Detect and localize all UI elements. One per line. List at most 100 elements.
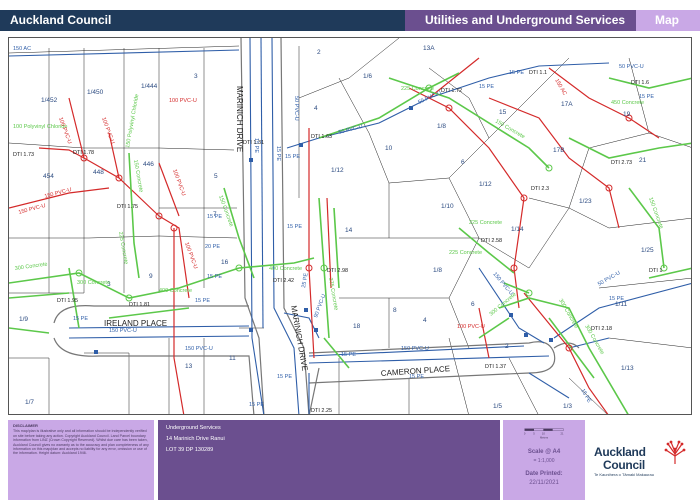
scale-units: Meters [540,436,549,440]
service-label: 150 PVC-U [109,328,137,334]
dti-label: DTI 2.73 [611,160,632,166]
dti-label: DTI 2.3 [531,186,549,192]
service-label: 100 PVC-U [57,117,72,145]
dti-label: DTI 1.63 [311,134,332,140]
service-label: 225 Concrete [117,231,129,265]
parcel-label: 14 [345,227,353,234]
service-label: 100 PVC-U [457,324,485,330]
service-label: 100 PVC-U [100,117,115,145]
dti-label: DTI 1.72 [441,88,462,94]
property-address: 14 Marinich Drive Ranui [166,436,225,442]
disclaimer-text: This map/plan is illustrative only and a… [13,429,149,456]
parcel-label: 9 [149,273,153,280]
service-label: 50 PVC-U [338,124,363,136]
logo-line2: Council [603,458,645,472]
dti-label: DTI 1.75 [117,204,138,210]
service-label: 225 Concrete [401,86,434,92]
org-banner: Auckland Council [0,10,405,31]
service-label: 150 PVC-U [491,271,513,296]
parcel-label: 1/7 [25,399,34,406]
parcel-label: 4 [314,105,318,112]
service-label: 150 AC [13,46,31,52]
logo-subtitle: Te Kaunihera o Tāmaki Makaurau [594,472,654,477]
parcel-label: 2 [505,343,509,350]
footer: DISCLAIMER This map/plan is illustrative… [0,418,700,500]
dti-label: DTI 2.18 [591,326,612,332]
parcel-label: 17A [561,101,573,108]
service-label: 25 PE [301,272,310,288]
service-label: 15 PE [285,154,300,160]
parcel-label: 448 [93,169,104,176]
dti-label: DTI 1.81 [129,302,150,308]
parcel-label: 8 [393,307,397,314]
parcel-label: 4 [423,317,427,324]
parcel-label: 1/450 [87,89,104,96]
auckland-council-logo: Auckland Council Te Kaunihera o Tāmaki M… [588,420,692,500]
parcel-label: 446 [143,161,154,168]
parcel-label: 16 [221,259,229,266]
parcel-label: 10 [385,145,393,152]
service-label: 50 PVC-U [293,96,299,121]
parcel-label: 1/13 [621,365,634,372]
map-canvas[interactable]: MARINICH DRIVE MARINICH DRIVE IRELAND PL… [8,37,692,415]
scale-tick: 21 [561,432,564,436]
parcel-label: 19 [623,111,631,118]
dti-label: DTI 1.78 [73,150,94,156]
scale-value: = 1:1,000 [533,458,555,464]
parcel-label: 6 [461,159,465,166]
service-label: 100 PVC-U [171,169,186,197]
pohutukawa-flower-icon [664,440,686,464]
service-label: 400 Concrete [159,288,192,294]
service-label: 15 PE [207,214,222,220]
dti-label: DTI 1.31 [243,140,264,146]
logo-line1: Auckland [594,445,646,459]
service-label: 100 PVC-U [169,98,197,104]
service-label: 300 Concrete [488,292,517,318]
service-label: 90 PVC-U [313,293,327,318]
scale-tick: 0 [524,432,526,436]
disclaimer-panel: DISCLAIMER This map/plan is illustrative… [8,420,154,500]
parcel-label: 1/25 [641,247,654,254]
property-info-panel: Underground Services 14 Marinich Drive R… [158,420,500,500]
disclaimer-title: DISCLAIMER [13,423,38,428]
service-label: 300 Concrete [557,298,579,330]
map-tag-label: Map [655,13,679,27]
service-label: 225 Concrete [449,250,482,256]
service-label: 15 PE [287,224,302,230]
service-label: 300 Concrete [77,280,110,286]
dti-label: DTI 2.25 [311,408,332,414]
dti-label: DTI 1.1 [529,70,547,76]
parcel-label: 1/12 [331,167,344,174]
parcel-label: 2 [317,49,321,56]
service-label: 15 PE [509,70,524,76]
dti-label: DTI 1 [649,268,662,274]
service-label: 15 PE [341,352,356,358]
parcel-label: 1/9 [19,316,28,323]
parcel-label: 18 [353,323,361,330]
service-label: 20 PE [205,244,220,250]
service-label: 225 Concrete [469,220,502,226]
dti-label: DTI 1.95 [57,298,78,304]
service-label: 15 PE [207,274,222,280]
map-svg: MARINICH DRIVE MARINICH DRIVE IRELAND PL… [9,38,691,414]
road-label-ireland-place: IRELAND PLACE [104,319,167,328]
parcel-label: 1/6 [363,73,372,80]
parcel-label: 1/11 [615,301,628,308]
service-label: 400 Concrete [269,266,302,272]
service-label: 450 Concrete [611,100,644,106]
parcel-label: 1/8 [433,267,442,274]
dti-label: DTI 2.42 [273,278,294,284]
service-label: 50 PVC-U [619,64,644,70]
parcel-label: 1/14 [511,226,524,233]
parcel-label: 13A [423,45,435,52]
dti-label: DTI 2.98 [327,268,348,274]
dti-label: DTI 1.37 [485,364,506,370]
parcel-label: 11 [229,355,236,362]
service-label: 150 Polyvinyl Chloride [125,94,140,149]
service-label: 15 PE [249,402,264,408]
service-label: 150 PVC-U [185,346,213,352]
parcel-label: 1/8 [437,123,446,130]
service-label: 15 PE [195,298,210,304]
service-label: 100 Polyvinyl Chloride [13,124,67,130]
org-name: Auckland Council [10,13,112,27]
